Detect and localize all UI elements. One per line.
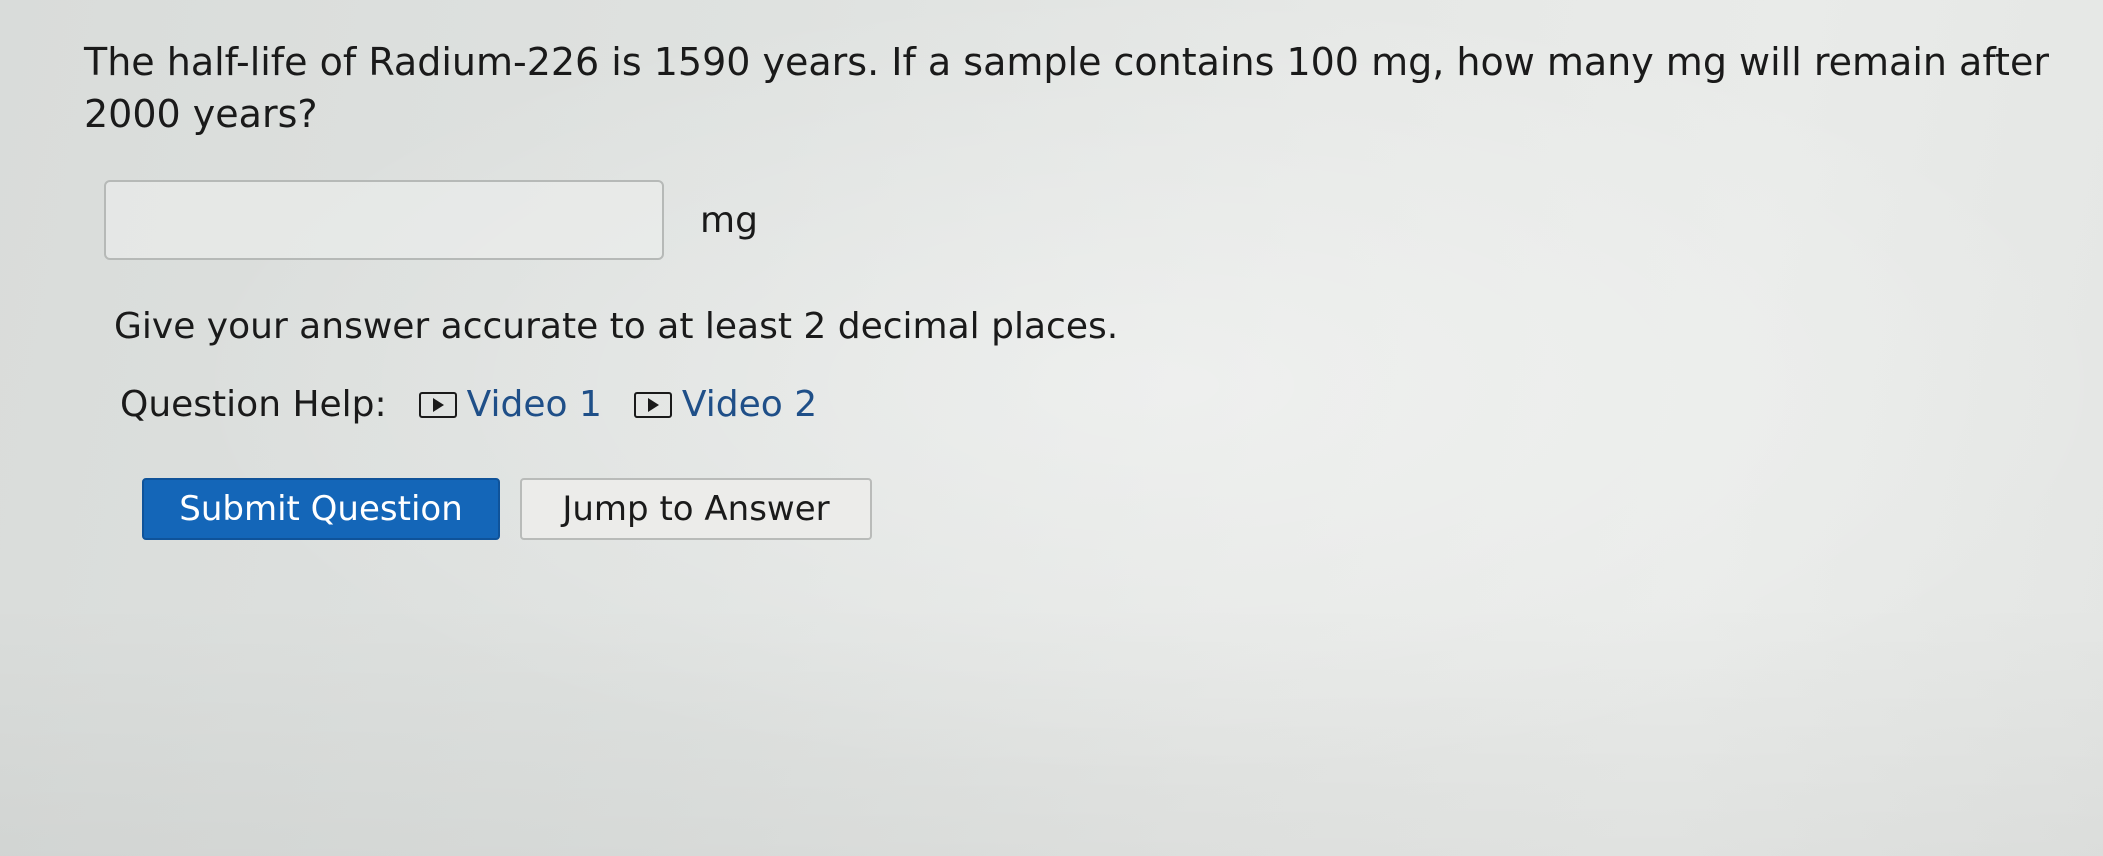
video-1-label: Video 1 bbox=[466, 384, 602, 425]
answer-input[interactable] bbox=[104, 180, 664, 260]
video-1-link[interactable]: Video 1 bbox=[418, 384, 602, 425]
play-video-icon bbox=[633, 391, 672, 418]
submit-question-button[interactable]: Submit Question bbox=[142, 478, 500, 540]
answer-row: mg bbox=[104, 180, 758, 260]
play-video-icon bbox=[418, 391, 457, 418]
jump-to-answer-button[interactable]: Jump to Answer bbox=[520, 478, 872, 540]
question-help-label: Question Help: bbox=[120, 384, 387, 425]
answer-unit-label: mg bbox=[700, 199, 758, 241]
video-2-link[interactable]: Video 2 bbox=[633, 384, 818, 425]
question-help: Question Help: Video 1 Video 2 bbox=[120, 384, 849, 425]
answer-instruction: Give your answer accurate to at least 2 … bbox=[114, 306, 1119, 347]
question-text: The half-life of Radium-226 is 1590 year… bbox=[84, 40, 2049, 136]
action-buttons: Submit Question Jump to Answer bbox=[142, 478, 872, 540]
video-2-label: Video 2 bbox=[681, 384, 818, 425]
